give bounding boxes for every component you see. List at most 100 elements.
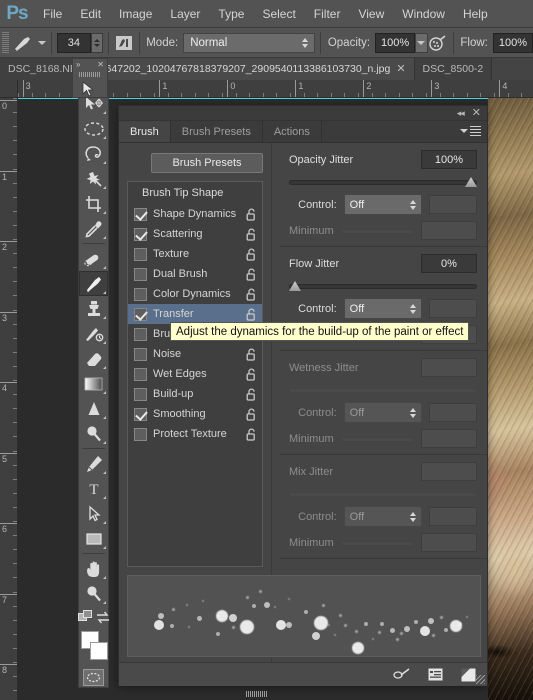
eyedropper-tool[interactable] bbox=[79, 216, 108, 241]
clone-stamp-tool[interactable] bbox=[79, 296, 108, 321]
checkbox[interactable] bbox=[134, 267, 147, 281]
tab-brush[interactable]: Brush bbox=[119, 121, 171, 142]
floating-panel-header[interactable]: » ✕ bbox=[73, 59, 107, 71]
minimum-slider[interactable] bbox=[340, 538, 414, 548]
type-tool[interactable]: T bbox=[79, 476, 108, 501]
brush-option-row[interactable]: Dual Brush bbox=[128, 264, 262, 284]
blur-tool[interactable] bbox=[79, 396, 108, 421]
pen-tool[interactable] bbox=[79, 451, 108, 476]
lock-open-icon[interactable] bbox=[246, 227, 257, 241]
close-icon[interactable]: ✕ bbox=[97, 61, 104, 69]
opacity-dropdown-icon[interactable] bbox=[415, 32, 428, 53]
checkbox[interactable] bbox=[134, 327, 147, 341]
section-slider[interactable] bbox=[289, 176, 477, 188]
create-new-brush-icon[interactable] bbox=[459, 667, 477, 683]
color-swatches[interactable] bbox=[79, 631, 109, 665]
checkbox[interactable] bbox=[134, 287, 147, 301]
lock-open-icon[interactable] bbox=[246, 247, 257, 261]
path-selection-tool[interactable] bbox=[79, 501, 108, 526]
tab-actions[interactable]: Actions bbox=[263, 121, 322, 142]
quick-mask-icon[interactable] bbox=[83, 669, 104, 686]
section-slider[interactable] bbox=[289, 384, 477, 396]
control-extra-field[interactable] bbox=[429, 195, 477, 214]
opacity-value[interactable]: 100% bbox=[375, 32, 416, 53]
tab-brush-presets[interactable]: Brush Presets bbox=[171, 121, 263, 142]
brush-tool[interactable] bbox=[79, 271, 108, 296]
minimum-value[interactable] bbox=[421, 533, 477, 552]
swap-colors-icon[interactable] bbox=[96, 611, 110, 629]
brush-size-value[interactable]: 34 bbox=[56, 32, 91, 53]
section-value[interactable]: 0% bbox=[421, 254, 477, 273]
section-slider[interactable] bbox=[289, 488, 477, 500]
checkbox[interactable] bbox=[134, 207, 147, 221]
edit-toolbar-icon[interactable] bbox=[77, 610, 93, 629]
checkbox[interactable] bbox=[134, 427, 147, 441]
new-preset-grid-icon[interactable] bbox=[426, 667, 444, 683]
section-slider[interactable] bbox=[289, 280, 477, 292]
control-select[interactable]: Off bbox=[343, 298, 423, 319]
control-select[interactable]: Off bbox=[343, 506, 423, 527]
floating-panel-grip[interactable] bbox=[79, 72, 101, 77]
rectangle-tool[interactable] bbox=[79, 526, 108, 551]
close-icon[interactable]: ✕ bbox=[472, 107, 481, 119]
brush-option-row[interactable]: Transfer bbox=[128, 304, 262, 324]
menu-item-filter[interactable]: Filter bbox=[305, 0, 350, 28]
minimum-value[interactable] bbox=[421, 429, 477, 448]
control-select[interactable]: Off bbox=[343, 194, 423, 215]
section-value[interactable]: 100% bbox=[421, 150, 477, 169]
background-color-swatch[interactable] bbox=[89, 642, 108, 660]
close-tab-icon[interactable]: ✕ bbox=[396, 63, 405, 75]
dodge-tool[interactable] bbox=[79, 421, 108, 446]
brush-presets-button[interactable]: Brush Presets bbox=[151, 153, 263, 173]
collapse-icon[interactable]: ◂◂ bbox=[457, 108, 465, 119]
brush-option-row[interactable]: Noise bbox=[128, 344, 262, 364]
lasso-tool[interactable] bbox=[79, 141, 108, 166]
elliptical-marquee-tool[interactable] bbox=[79, 116, 108, 141]
crop-tool[interactable] bbox=[79, 191, 108, 216]
document-image[interactable] bbox=[488, 98, 533, 700]
history-brush-tool[interactable] bbox=[79, 321, 108, 346]
brush-tip-shape-item[interactable]: Brush Tip Shape bbox=[128, 182, 262, 204]
toggle-brush-panel-icon[interactable] bbox=[114, 32, 134, 54]
lock-open-icon[interactable] bbox=[246, 427, 257, 441]
menu-item-view[interactable]: View bbox=[349, 0, 393, 28]
lock-open-icon[interactable] bbox=[246, 407, 257, 421]
eraser-tool[interactable] bbox=[79, 346, 108, 371]
panel-resize-grip[interactable] bbox=[476, 675, 485, 684]
ruler-corner[interactable] bbox=[0, 80, 18, 98]
control-select[interactable]: Off bbox=[343, 402, 423, 423]
lock-open-icon[interactable] bbox=[246, 287, 257, 301]
status-bar-grip[interactable] bbox=[246, 691, 268, 697]
section-value[interactable] bbox=[421, 462, 477, 481]
lock-open-icon[interactable] bbox=[246, 207, 257, 221]
checkbox[interactable] bbox=[134, 307, 147, 321]
control-extra-field[interactable] bbox=[429, 507, 477, 526]
brush-option-row[interactable]: Shape Dynamics bbox=[128, 204, 262, 224]
lock-open-icon[interactable] bbox=[246, 267, 257, 281]
menu-item-edit[interactable]: Edit bbox=[71, 0, 110, 28]
flow-value[interactable]: 100% bbox=[492, 32, 533, 53]
brush-option-row[interactable]: Build-up bbox=[128, 384, 262, 404]
brush-option-row[interactable]: Color Dynamics bbox=[128, 284, 262, 304]
toggle-brush-tip-icon[interactable] bbox=[393, 667, 411, 683]
zoom-tool[interactable] bbox=[79, 581, 108, 606]
checkbox[interactable] bbox=[134, 387, 147, 401]
lock-open-icon[interactable] bbox=[246, 387, 257, 401]
lock-open-icon[interactable] bbox=[246, 367, 257, 381]
blend-mode-select[interactable]: Normal bbox=[183, 32, 316, 53]
magic-wand-tool[interactable] bbox=[79, 166, 108, 191]
floating-tool-preview[interactable]: » ✕ bbox=[72, 58, 108, 98]
brush-option-row[interactable]: Texture bbox=[128, 244, 262, 264]
panel-title-bar[interactable]: ◂◂ ✕ bbox=[119, 106, 487, 121]
brush-option-row[interactable]: Scattering bbox=[128, 224, 262, 244]
section-value[interactable] bbox=[421, 358, 477, 377]
minimum-slider[interactable] bbox=[340, 434, 414, 444]
checkbox[interactable] bbox=[134, 407, 147, 421]
minimum-slider[interactable] bbox=[340, 226, 414, 236]
minimum-value[interactable] bbox=[421, 221, 477, 240]
checkbox[interactable] bbox=[134, 347, 147, 361]
menu-item-select[interactable]: Select bbox=[253, 0, 304, 28]
menu-item-help[interactable]: Help bbox=[454, 0, 497, 28]
brush-option-row[interactable]: Wet Edges bbox=[128, 364, 262, 384]
menu-item-layer[interactable]: Layer bbox=[161, 0, 209, 28]
